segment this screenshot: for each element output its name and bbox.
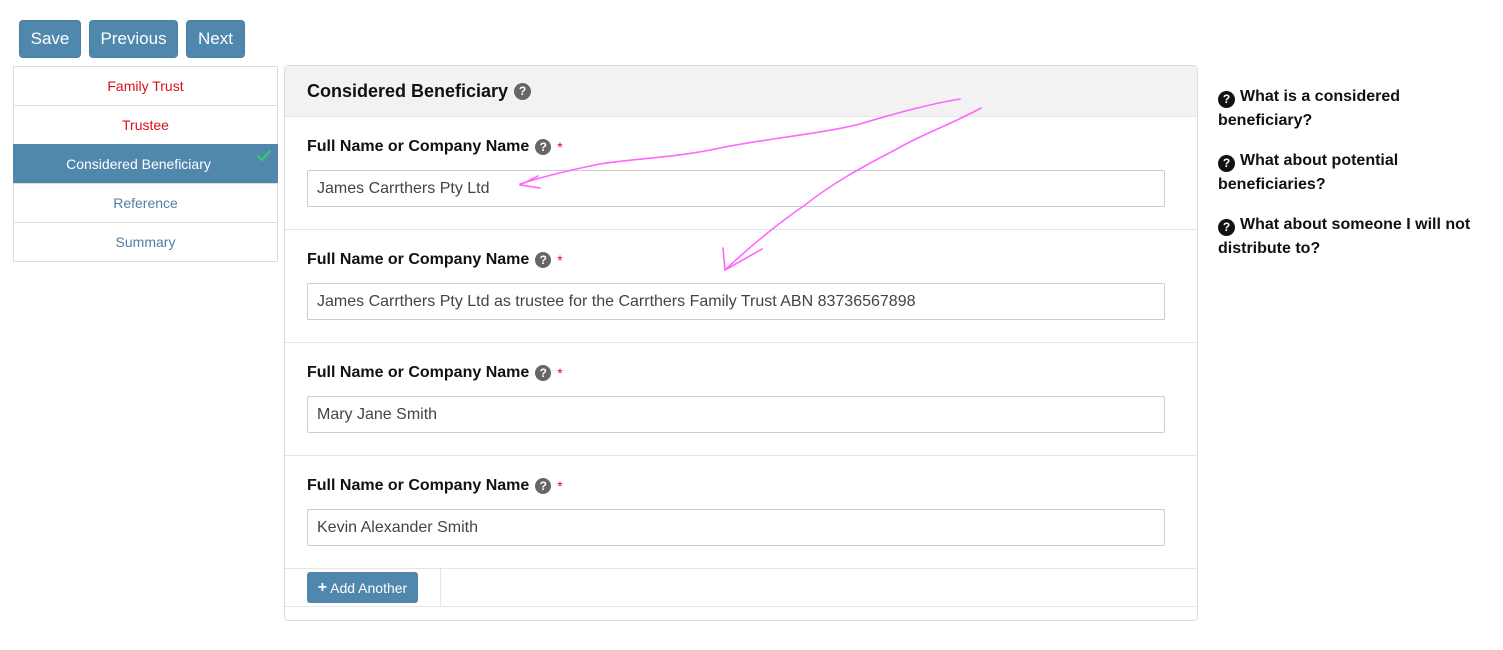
field-label: Full Name or Company Name ? * xyxy=(307,363,1165,383)
sidebar-item-trustee[interactable]: Trustee xyxy=(13,105,278,145)
question-circle-icon[interactable]: ? xyxy=(535,365,552,381)
name-field-group-3: Full Name or Company Name ? * xyxy=(285,343,1197,456)
sidebar-item-summary[interactable]: Summary xyxy=(13,222,278,262)
question-circle-icon: ? xyxy=(1218,154,1235,172)
next-button[interactable]: Next xyxy=(186,20,245,58)
field-label-text: Full Name or Company Name xyxy=(307,364,530,381)
help-link-will-not-distribute[interactable]: ? What about someone I will not distribut… xyxy=(1218,213,1488,261)
sidebar-item-considered-beneficiary[interactable]: Considered Beneficiary xyxy=(13,144,278,184)
check-icon xyxy=(257,150,271,162)
help-link-potential-beneficiaries[interactable]: ? What about potential beneficiaries? xyxy=(1218,149,1488,197)
save-button[interactable]: Save xyxy=(19,20,81,58)
plus-icon: + xyxy=(317,578,328,596)
previous-button[interactable]: Previous xyxy=(89,20,178,58)
full-name-input-2[interactable] xyxy=(307,283,1165,320)
name-field-group-1: Full Name or Company Name ? * xyxy=(285,117,1197,230)
field-label-text: Full Name or Company Name xyxy=(307,251,530,268)
required-asterisk: * xyxy=(557,478,563,494)
beneficiary-panel: Considered Beneficiary ? Full Name or Co… xyxy=(284,65,1198,621)
question-circle-icon: ? xyxy=(1218,90,1235,108)
sidebar-item-label: Trustee xyxy=(122,117,169,133)
question-circle-icon[interactable]: ? xyxy=(535,478,552,494)
add-another-button[interactable]: + Add Another xyxy=(307,572,418,603)
help-link-text: What is a considered beneficiary? xyxy=(1218,88,1401,129)
help-sidebar: ? What is a considered beneficiary? ? What… xyxy=(1218,85,1488,277)
field-label: Full Name or Company Name ? * xyxy=(307,137,1165,157)
help-link-text: What about potential beneficiaries? xyxy=(1218,152,1399,193)
sidebar-item-label: Family Trust xyxy=(107,78,184,94)
required-asterisk: * xyxy=(557,365,563,381)
question-circle-icon[interactable]: ? xyxy=(514,82,532,100)
sidebar-nav: Family Trust Trustee Considered Benefici… xyxy=(13,66,278,262)
add-row: + Add Another xyxy=(285,569,1197,607)
field-label: Full Name or Company Name ? * xyxy=(307,250,1165,270)
add-button-cell: + Add Another xyxy=(285,569,441,607)
panel-title: Considered Beneficiary xyxy=(307,80,509,101)
toolbar: Save Previous Next xyxy=(19,20,245,58)
add-another-label: Add Another xyxy=(330,579,408,596)
sidebar-item-label: Summary xyxy=(115,234,176,250)
full-name-input-1[interactable] xyxy=(307,170,1165,207)
name-field-group-2: Full Name or Company Name ? * xyxy=(285,230,1197,343)
field-label: Full Name or Company Name ? * xyxy=(307,476,1165,496)
question-circle-icon: ? xyxy=(1218,218,1235,236)
required-asterisk: * xyxy=(557,252,563,268)
help-link-text: What about someone I will not distribute… xyxy=(1218,216,1471,257)
field-label-text: Full Name or Company Name xyxy=(307,138,530,155)
question-circle-icon[interactable]: ? xyxy=(535,139,552,155)
required-asterisk: * xyxy=(557,139,563,155)
field-label-text: Full Name or Company Name xyxy=(307,477,530,494)
sidebar-item-label: Considered Beneficiary xyxy=(66,156,211,172)
sidebar-item-family-trust[interactable]: Family Trust xyxy=(13,66,278,106)
name-field-group-4: Full Name or Company Name ? * xyxy=(285,456,1197,569)
panel-header: Considered Beneficiary ? xyxy=(285,66,1197,117)
sidebar-item-label: Reference xyxy=(113,195,178,211)
full-name-input-3[interactable] xyxy=(307,396,1165,433)
question-circle-icon[interactable]: ? xyxy=(535,252,552,268)
full-name-input-4[interactable] xyxy=(307,509,1165,546)
sidebar-item-reference[interactable]: Reference xyxy=(13,183,278,223)
help-link-considered-beneficiary[interactable]: ? What is a considered beneficiary? xyxy=(1218,85,1488,133)
